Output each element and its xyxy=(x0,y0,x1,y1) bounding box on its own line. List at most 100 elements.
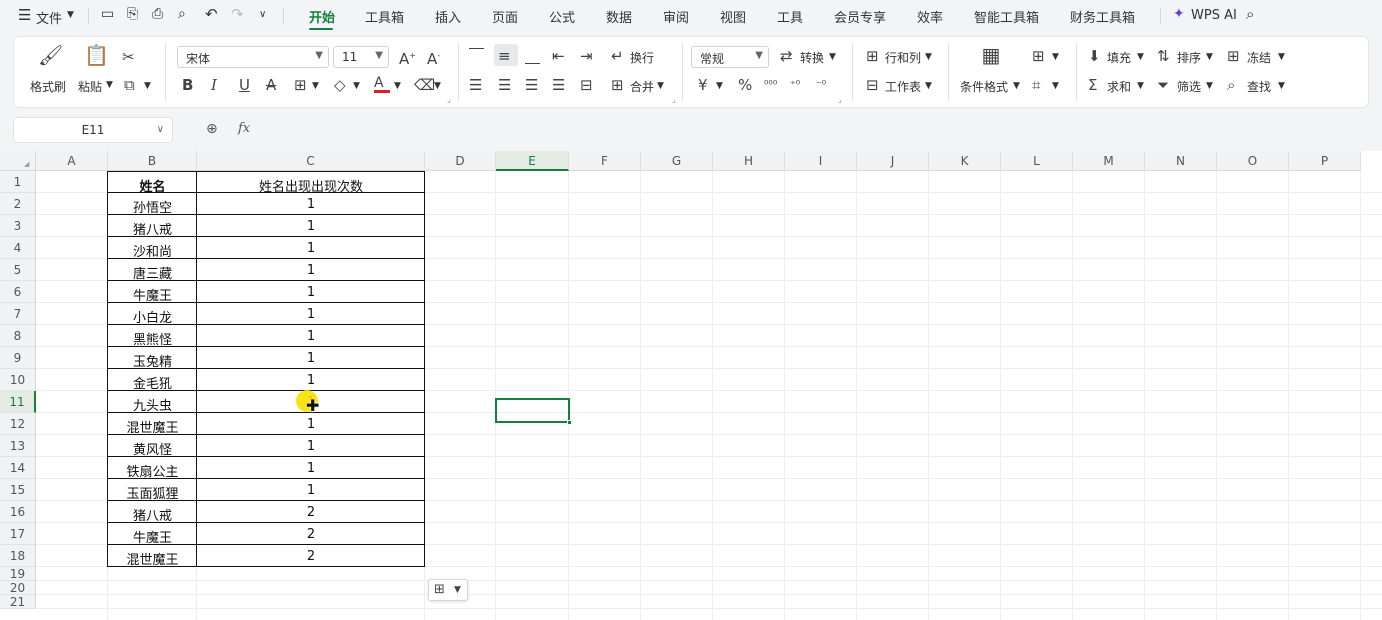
cell-style-chevron-icon[interactable]: ▼ xyxy=(1052,52,1059,62)
row-col-icon[interactable]: ⊞ xyxy=(866,48,879,64)
find-icon[interactable]: ⌕ xyxy=(1227,77,1235,93)
column-header-d[interactable]: D xyxy=(425,151,496,171)
currency-chevron-icon[interactable]: ▼ xyxy=(716,81,723,91)
freeze-button[interactable]: 冻结 xyxy=(1247,49,1271,66)
column-header-j[interactable]: J xyxy=(857,151,929,171)
tab-review[interactable]: 审阅 xyxy=(663,7,689,26)
wrap-text-icon[interactable]: ↵ xyxy=(611,48,624,64)
tab-smart-toolbox[interactable]: 智能工具箱 xyxy=(974,7,1039,26)
italic-icon[interactable]: I xyxy=(211,77,217,93)
font-size-combo[interactable]: 11 ▼ xyxy=(333,46,389,68)
worksheet-button[interactable]: 工作表 xyxy=(885,78,921,95)
row-header-16[interactable]: 16 xyxy=(0,501,36,523)
sort-button[interactable]: 排序 xyxy=(1177,49,1201,66)
find-chevron-icon[interactable]: ▼ xyxy=(1278,81,1285,91)
row-header-4[interactable]: 4 xyxy=(0,237,36,259)
column-header-g[interactable]: G xyxy=(641,151,713,171)
justify-icon[interactable]: ☰ xyxy=(552,77,565,93)
fill-color-chevron-icon[interactable]: ▼ xyxy=(353,81,360,91)
freeze-chevron-icon[interactable]: ▼ xyxy=(1278,52,1285,62)
fill-icon[interactable]: ⬇ xyxy=(1088,48,1101,64)
tab-tools[interactable]: 工具 xyxy=(777,7,803,26)
conditional-format-chevron-icon[interactable]: ▼ xyxy=(1013,81,1020,91)
row-header-10[interactable]: 10 xyxy=(0,369,36,391)
wrap-text-button[interactable]: 换行 xyxy=(630,49,654,66)
paste-options-button[interactable]: ⊞ ▼ xyxy=(428,579,468,601)
column-header-e[interactable]: E xyxy=(496,151,569,171)
copy-chevron-icon[interactable]: ▼ xyxy=(144,81,151,91)
worksheet-icon[interactable]: ⊟ xyxy=(866,77,879,93)
font-color-icon[interactable]: A xyxy=(374,75,384,91)
wps-ai-button[interactable]: WPS AI xyxy=(1191,8,1237,23)
row-header-3[interactable]: 3 xyxy=(0,215,36,237)
table-cell-count[interactable]: 1 xyxy=(197,285,425,300)
table-cell-count[interactable]: 2 xyxy=(197,549,425,564)
fill-button[interactable]: 填充 xyxy=(1107,49,1131,66)
formula-input[interactable] xyxy=(268,117,1369,143)
bold-icon[interactable]: B xyxy=(182,77,193,93)
align-top-icon[interactable]: ⎺ xyxy=(469,47,484,63)
border-chevron-icon[interactable]: ▼ xyxy=(312,81,319,91)
row-header-21[interactable]: 21 xyxy=(0,595,36,609)
font-dialog-launcher-icon[interactable]: ⌟ xyxy=(447,95,451,104)
align-dialog-launcher-icon[interactable]: ⌟ xyxy=(672,95,676,104)
table-style-chevron-icon[interactable]: ▼ xyxy=(1052,81,1059,91)
increase-font-icon[interactable]: A+ xyxy=(399,48,416,67)
row-header-15[interactable]: 15 xyxy=(0,479,36,501)
conditional-format-icon[interactable]: ▦ xyxy=(980,45,1002,65)
sum-icon[interactable]: Σ xyxy=(1088,77,1097,93)
name-box[interactable]: E11 ∨ xyxy=(13,117,173,143)
tab-page[interactable]: 页面 xyxy=(492,7,518,26)
convert-button[interactable]: 转换 xyxy=(800,49,824,66)
wps-ai-icon[interactable]: ✦ xyxy=(1173,6,1185,22)
filter-button[interactable]: 筛选 xyxy=(1177,78,1201,95)
clear-format-icon[interactable]: ⌫ xyxy=(414,77,435,93)
cut-icon[interactable]: ✂ xyxy=(122,49,135,65)
column-header-b[interactable]: B xyxy=(108,151,197,171)
align-bottom-icon[interactable]: ⎽ xyxy=(525,48,540,64)
sheet-grid[interactable]: ◢ ABCDEFGHIJKLMNOP 1 2 3 4 5 6 7 8 9 10 11 12 13 14 15… xyxy=(0,151,1382,620)
row-header-18[interactable]: 18 xyxy=(0,545,36,567)
table-style-icon[interactable]: ⌗ xyxy=(1032,77,1040,93)
search-icon[interactable]: ⌕ xyxy=(1246,5,1254,23)
currency-icon[interactable]: ¥ xyxy=(698,77,708,93)
hamburger-menu-icon[interactable]: ☰ xyxy=(18,6,31,24)
align-center-icon[interactable]: ☰ xyxy=(498,77,511,93)
table-cell-count[interactable]: 1 xyxy=(197,439,425,454)
align-right-icon[interactable]: ☰ xyxy=(525,77,538,93)
row-header-9[interactable]: 9 xyxy=(0,347,36,369)
chevron-down-icon[interactable]: ▼ xyxy=(67,10,74,20)
thousands-icon[interactable]: ⁰⁰⁰ xyxy=(764,77,777,93)
table-cell-count[interactable]: 1 xyxy=(197,307,425,322)
tab-finance-toolbox[interactable]: 财务工具箱 xyxy=(1070,7,1135,26)
copy-icon[interactable]: ⧉ xyxy=(124,77,135,93)
number-dialog-launcher-icon[interactable]: ⌟ xyxy=(838,95,842,104)
clear-chevron-icon[interactable]: ▼ xyxy=(434,81,441,91)
tab-insert[interactable]: 插入 xyxy=(435,7,461,26)
column-header-n[interactable]: N xyxy=(1145,151,1217,171)
undo-icon[interactable]: ↶ xyxy=(205,5,218,23)
column-header-p[interactable]: P xyxy=(1289,151,1361,171)
paste-chevron-icon[interactable]: ▼ xyxy=(106,80,113,90)
find-button[interactable]: 查找 xyxy=(1247,78,1271,95)
row-header-6[interactable]: 6 xyxy=(0,281,36,303)
row-header-14[interactable]: 14 xyxy=(0,457,36,479)
strikethrough-icon[interactable]: A xyxy=(266,77,276,93)
fill-handle[interactable] xyxy=(567,420,572,425)
column-header-m[interactable]: M xyxy=(1073,151,1145,171)
active-cell-selection[interactable] xyxy=(495,398,572,425)
merge-icon[interactable]: ⊞ xyxy=(611,77,624,93)
row-header-2[interactable]: 2 xyxy=(0,193,36,215)
filter-icon[interactable]: ⏷ xyxy=(1157,77,1169,93)
paste-icon[interactable]: 📋 xyxy=(84,45,109,65)
font-color-chevron-icon[interactable]: ▼ xyxy=(394,81,401,91)
tab-data[interactable]: 数据 xyxy=(606,7,632,26)
fill-color-icon[interactable]: ◇ xyxy=(334,77,346,93)
row-header-5[interactable]: 5 xyxy=(0,259,36,281)
column-header-h[interactable]: H xyxy=(713,151,785,171)
row-header-20[interactable]: 20 xyxy=(0,581,36,595)
redo-icon[interactable]: ↷ xyxy=(231,5,244,23)
table-cell-count[interactable]: 1 xyxy=(197,263,425,278)
tab-toolbox[interactable]: 工具箱 xyxy=(365,7,404,26)
row-header-7[interactable]: 7 xyxy=(0,303,36,325)
